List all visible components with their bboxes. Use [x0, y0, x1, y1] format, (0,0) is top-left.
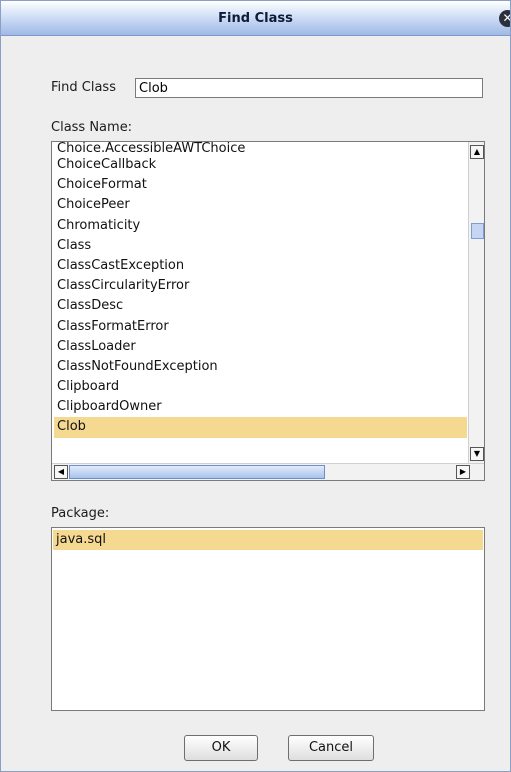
class-list-item[interactable]: ChoiceCallback [54, 155, 467, 175]
scroll-up-arrow-icon[interactable]: ▲ [470, 145, 484, 159]
dialog-title: Find Class [218, 11, 293, 26]
package-list-item[interactable]: java.sql [53, 530, 483, 550]
vertical-scroll-thumb[interactable] [471, 223, 484, 239]
close-icon[interactable]: ✕ [499, 10, 510, 27]
scroll-left-arrow-icon[interactable]: ◀ [54, 465, 68, 479]
class-list-item[interactable]: ClipboardOwner [54, 397, 467, 417]
class-name-label: Class Name: [51, 120, 133, 135]
class-name-rows: Choice.AccessibleAWTChoice ChoiceCallback… [54, 142, 467, 438]
cancel-button[interactable]: Cancel [288, 735, 374, 761]
class-list-item[interactable]: ClassLoader [54, 337, 467, 357]
scroll-right-arrow-icon[interactable]: ▶ [456, 465, 470, 479]
find-class-dialog: Find Class ✕ Find Class Class Name: Choi… [0, 0, 511, 772]
title-bar[interactable]: Find Class ✕ [1, 1, 510, 36]
scroll-down-arrow-icon[interactable]: ▼ [470, 447, 484, 461]
class-name-list[interactable]: Choice.AccessibleAWTChoice ChoiceCallback… [51, 141, 485, 481]
horizontal-scroll-thumb[interactable] [69, 465, 325, 479]
package-list[interactable]: java.sql [51, 527, 485, 711]
class-list-item[interactable]: ChoiceFormat [54, 175, 467, 195]
package-label: Package: [51, 506, 110, 521]
find-class-input[interactable] [135, 78, 483, 98]
class-list-item[interactable]: Class [54, 236, 467, 256]
find-class-label: Find Class [51, 80, 116, 95]
class-list-item[interactable]: Choice.AccessibleAWTChoice [54, 142, 467, 155]
class-list-vertical-scrollbar[interactable]: ▲ ▼ [468, 142, 484, 463]
class-list-item[interactable]: ClassCastException [54, 256, 467, 276]
class-list-item[interactable]: Clipboard [54, 377, 467, 397]
class-list-item[interactable]: ClassCircularityError [54, 276, 467, 296]
class-list-item[interactable]: Chromaticity [54, 216, 467, 236]
class-list-horizontal-scrollbar[interactable]: ◀ ▶ [52, 463, 484, 480]
class-list-item[interactable]: ClassNotFoundException [54, 357, 467, 377]
class-list-item[interactable]: ChoicePeer [54, 195, 467, 215]
class-list-item[interactable]: Clob [54, 417, 467, 438]
ok-button[interactable]: OK [184, 735, 258, 761]
class-list-item[interactable]: ClassFormatError [54, 317, 467, 337]
class-list-item[interactable]: ClassDesc [54, 296, 467, 316]
